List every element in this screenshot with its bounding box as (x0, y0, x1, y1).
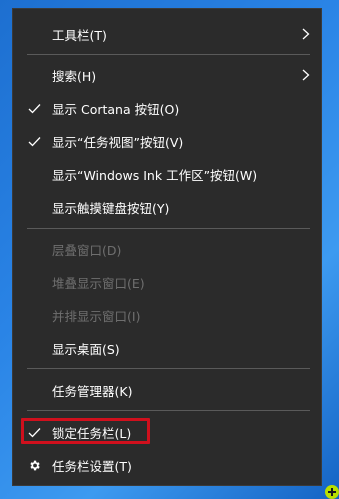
menu-item-label: 搜索(H) (52, 68, 97, 84)
check-icon (27, 101, 41, 115)
menu-item-label: 堆叠显示窗口(E) (52, 275, 145, 291)
menu-item-label: 任务栏设置(T) (52, 458, 132, 474)
menu-item-task-manager[interactable]: 任务管理器(K) (13, 375, 321, 405)
menu-item-show-task-view[interactable]: 显示“任务视图”按钮(V) (13, 126, 321, 156)
menu-item-label: 显示“任务视图”按钮(V) (52, 134, 184, 150)
menu-item-stacked: 堆叠显示窗口(E) (13, 267, 321, 297)
menu-item-label: 显示 Cortana 按钮(O) (52, 101, 180, 117)
menu-separator (27, 368, 310, 369)
menu-item-side-by-side: 并排显示窗口(I) (13, 300, 321, 330)
menu-item-label: 工具栏(T) (52, 27, 107, 43)
check-icon (27, 134, 41, 148)
menu-item-label: 显示“Windows Ink 工作区”按钮(W) (52, 167, 258, 183)
menu-item-show-cortana[interactable]: 显示 Cortana 按钮(O) (13, 93, 321, 123)
plus-badge-icon (325, 485, 339, 499)
menu-item-taskbar-settings[interactable]: 任务栏设置(T) (13, 450, 321, 480)
menu-item-cascade: 层叠窗口(D) (13, 234, 321, 264)
menu-item-search[interactable]: 搜索(H) (13, 60, 321, 90)
menu-item-show-ink[interactable]: 显示“Windows Ink 工作区”按钮(W) (13, 159, 321, 189)
highlight-box (21, 418, 150, 444)
menu-item-label: 显示触摸键盘按钮(Y) (52, 200, 170, 216)
menu-item-show-touch-keyboard[interactable]: 显示触摸键盘按钮(Y) (13, 192, 321, 222)
menu-item-label: 层叠窗口(D) (52, 242, 122, 258)
menu-separator (27, 54, 310, 55)
menu-separator (27, 228, 310, 229)
menu-item-show-desktop[interactable]: 显示桌面(S) (13, 333, 321, 363)
chevron-right-icon (301, 68, 311, 82)
taskbar-context-menu: 工具栏(T) 搜索(H) 显示 Cortana 按钮(O) 显示“任务视图”按钮… (12, 8, 322, 486)
chevron-right-icon (301, 27, 311, 41)
menu-separator (27, 410, 310, 411)
gear-icon (27, 458, 41, 472)
menu-item-label: 显示桌面(S) (52, 341, 120, 357)
menu-item-label: 任务管理器(K) (52, 383, 133, 399)
menu-item-toolbar[interactable]: 工具栏(T) (13, 19, 321, 49)
menu-item-label: 并排显示窗口(I) (52, 308, 141, 324)
